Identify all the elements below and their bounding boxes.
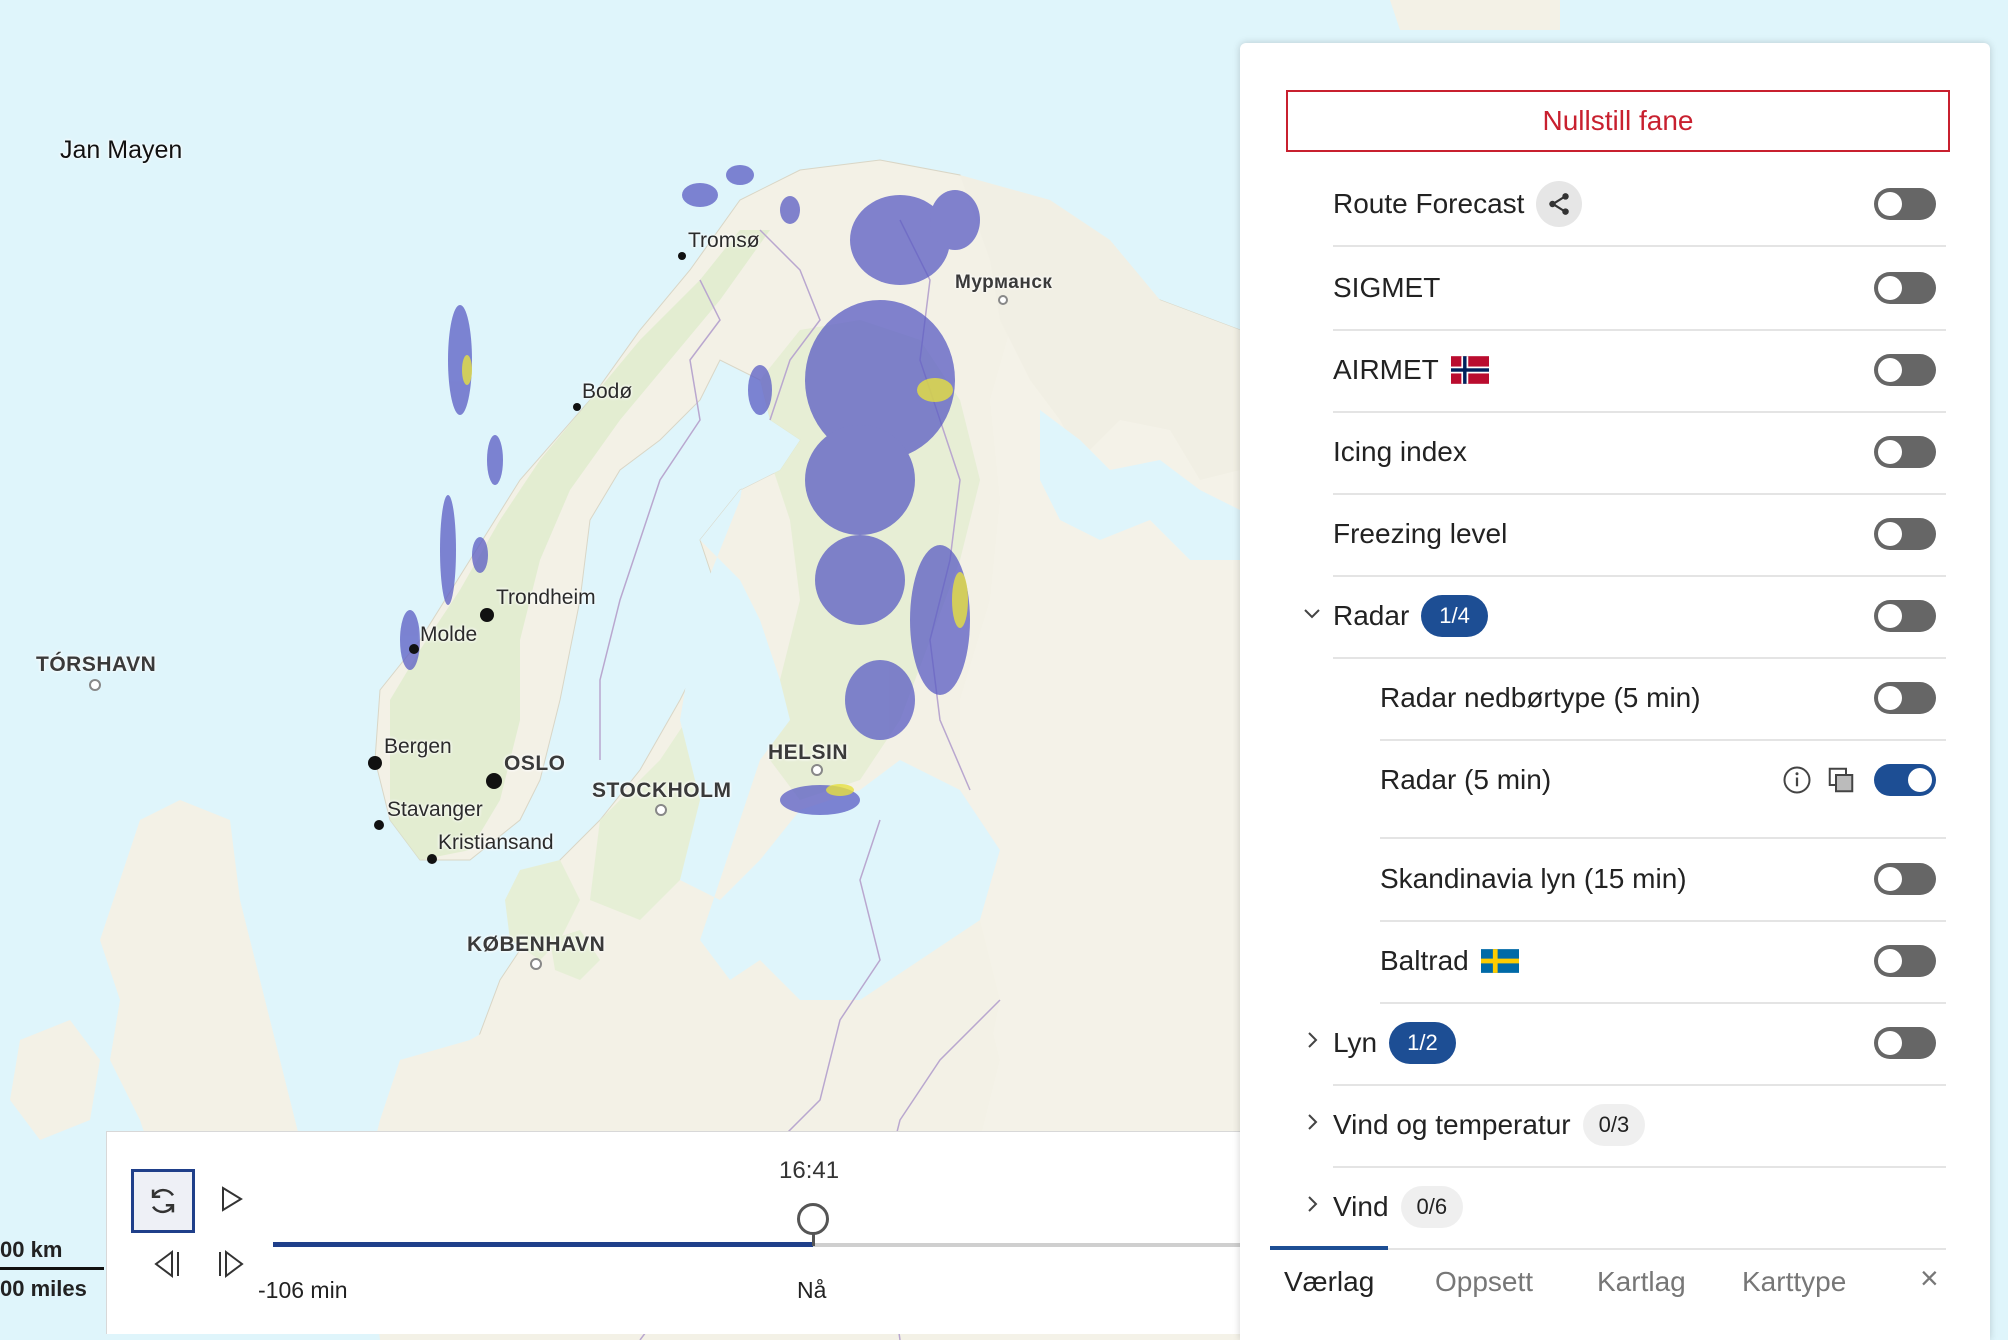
- play-button[interactable]: [211, 1179, 251, 1219]
- chevron-right-icon[interactable]: [1303, 1029, 1323, 1049]
- row-vind-og-temperatur[interactable]: Vind og temperatur 0/3: [1308, 1084, 1946, 1168]
- step-forward-icon: [219, 1250, 244, 1278]
- active-tab-indicator: [1270, 1246, 1388, 1250]
- row-lyn[interactable]: Lyn 1/2: [1308, 1002, 1946, 1086]
- step-forward-button[interactable]: [211, 1244, 251, 1284]
- row-baltrad[interactable]: Baltrad: [1380, 920, 1946, 1004]
- close-icon[interactable]: ×: [1920, 1260, 1939, 1297]
- row-vind[interactable]: Vind 0/6: [1308, 1166, 1946, 1250]
- row-airmet[interactable]: AIRMET: [1333, 329, 1946, 413]
- chevron-right-icon[interactable]: [1303, 1111, 1323, 1131]
- row-freezing-level[interactable]: Freezing level: [1333, 493, 1946, 577]
- baltrad-toggle[interactable]: [1874, 945, 1936, 977]
- route-forecast-label: Route Forecast: [1333, 188, 1525, 219]
- refresh-button[interactable]: [131, 1169, 195, 1233]
- label-kristiansand: Kristiansand: [438, 831, 554, 854]
- label-helsinki: HELSIN: [768, 741, 849, 764]
- timeline-panel: 16:41 -106 min Nå: [106, 1131, 1242, 1334]
- layers-opacity-icon[interactable]: [1826, 765, 1856, 795]
- radar-nedbortype-toggle[interactable]: [1874, 682, 1936, 714]
- scale-miles: 00 miles: [0, 1276, 87, 1301]
- row-skandinavia-lyn[interactable]: Skandinavia lyn (15 min): [1380, 838, 1946, 922]
- row-route-forecast[interactable]: Route Forecast: [1333, 163, 1946, 247]
- tab-kartlag[interactable]: Kartlag: [1597, 1266, 1686, 1298]
- timeline-now-label: Nå: [797, 1277, 827, 1303]
- freezing-level-label: Freezing level: [1333, 518, 1508, 549]
- label-jan-mayen: Jan Mayen: [60, 136, 183, 164]
- icing-index-toggle[interactable]: [1874, 436, 1936, 468]
- lyn-toggle[interactable]: [1874, 1027, 1936, 1059]
- tab-oppsett[interactable]: Oppsett: [1435, 1266, 1533, 1298]
- panel-tabs: Værlag Oppsett Kartlag Karttype ×: [1270, 1246, 1970, 1336]
- sigmet-label: SIGMET: [1333, 272, 1441, 303]
- refresh-icon: [151, 1188, 175, 1214]
- label-torshavn: TÓRSHAVN: [36, 653, 157, 676]
- label-bergen: Bergen: [384, 735, 452, 758]
- radar-5min-toggle[interactable]: [1874, 764, 1936, 796]
- radar-toggle[interactable]: [1874, 600, 1936, 632]
- sigmet-toggle[interactable]: [1874, 272, 1936, 304]
- baltrad-label: Baltrad: [1380, 945, 1469, 976]
- row-icing-index[interactable]: Icing index: [1333, 411, 1946, 495]
- step-back-icon: [154, 1250, 179, 1278]
- layers-panel: Nullstill fane Route Forecast SIGMET AIR…: [1240, 43, 1990, 1340]
- lyn-count-badge: 1/2: [1389, 1022, 1456, 1064]
- row-radar-5min[interactable]: Radar (5 min): [1380, 739, 1946, 839]
- label-molde: Molde: [420, 623, 478, 646]
- radar-count-badge: 1/4: [1421, 595, 1488, 637]
- label-bodo: Bodø: [582, 380, 633, 403]
- label-stockholm: STOCKHOLM: [592, 779, 732, 802]
- vind-og-temperatur-count-badge: 0/3: [1582, 1104, 1646, 1146]
- lyn-label: Lyn: [1333, 1027, 1378, 1058]
- scale-km: 00 km: [0, 1237, 63, 1262]
- radar-nedbortype-label: Radar nedbørtype (5 min): [1380, 682, 1701, 713]
- chevron-right-icon[interactable]: [1303, 1193, 1323, 1213]
- timeline-start-label: -106 min: [258, 1277, 348, 1303]
- vind-og-temperatur-label: Vind og temperatur: [1333, 1109, 1571, 1140]
- radar-5min-label: Radar (5 min): [1380, 764, 1552, 795]
- norway-flag-icon: [1450, 356, 1489, 384]
- vind-count-badge: 0/6: [1400, 1186, 1464, 1228]
- label-kobenhavn: KØBENHAVN: [467, 933, 606, 956]
- row-sigmet[interactable]: SIGMET: [1333, 247, 1946, 331]
- airmet-label: AIRMET: [1333, 354, 1439, 385]
- skandinavia-lyn-toggle[interactable]: [1874, 863, 1936, 895]
- timeline-handle[interactable]: [797, 1203, 829, 1235]
- label-stavanger: Stavanger: [387, 798, 483, 821]
- land-top-right: [1390, 0, 1560, 30]
- freezing-level-toggle[interactable]: [1874, 518, 1936, 550]
- label-murmansk: Мурманск: [955, 272, 1053, 293]
- chevron-down-icon[interactable]: [1303, 602, 1323, 622]
- radar-label: Radar: [1333, 600, 1410, 631]
- reset-tab-button[interactable]: Nullstill fane: [1286, 90, 1950, 152]
- route-forecast-toggle[interactable]: [1874, 188, 1936, 220]
- info-icon[interactable]: [1782, 765, 1812, 795]
- airmet-toggle[interactable]: [1874, 354, 1936, 386]
- label-tromso: Tromsø: [688, 229, 760, 252]
- icing-index-label: Icing index: [1333, 436, 1467, 467]
- play-icon: [222, 1186, 243, 1212]
- vind-label: Vind: [1333, 1191, 1389, 1222]
- current-time-label: 16:41: [779, 1157, 840, 1184]
- label-trondheim: Trondheim: [496, 586, 596, 609]
- share-icon: [1549, 193, 1570, 215]
- step-back-button[interactable]: [147, 1244, 187, 1284]
- tab-vaerlag[interactable]: Værlag: [1284, 1266, 1374, 1298]
- row-radar[interactable]: Radar 1/4: [1304, 575, 1946, 659]
- sweden-flag-icon: [1480, 949, 1519, 973]
- tab-karttype[interactable]: Karttype: [1742, 1266, 1846, 1298]
- timeline-progress: [273, 1242, 813, 1247]
- row-radar-nedbortype[interactable]: Radar nedbørtype (5 min): [1380, 657, 1946, 741]
- skandinavia-lyn-label: Skandinavia lyn (15 min): [1380, 863, 1687, 894]
- share-button[interactable]: [1536, 181, 1583, 227]
- label-oslo: OSLO: [504, 752, 566, 775]
